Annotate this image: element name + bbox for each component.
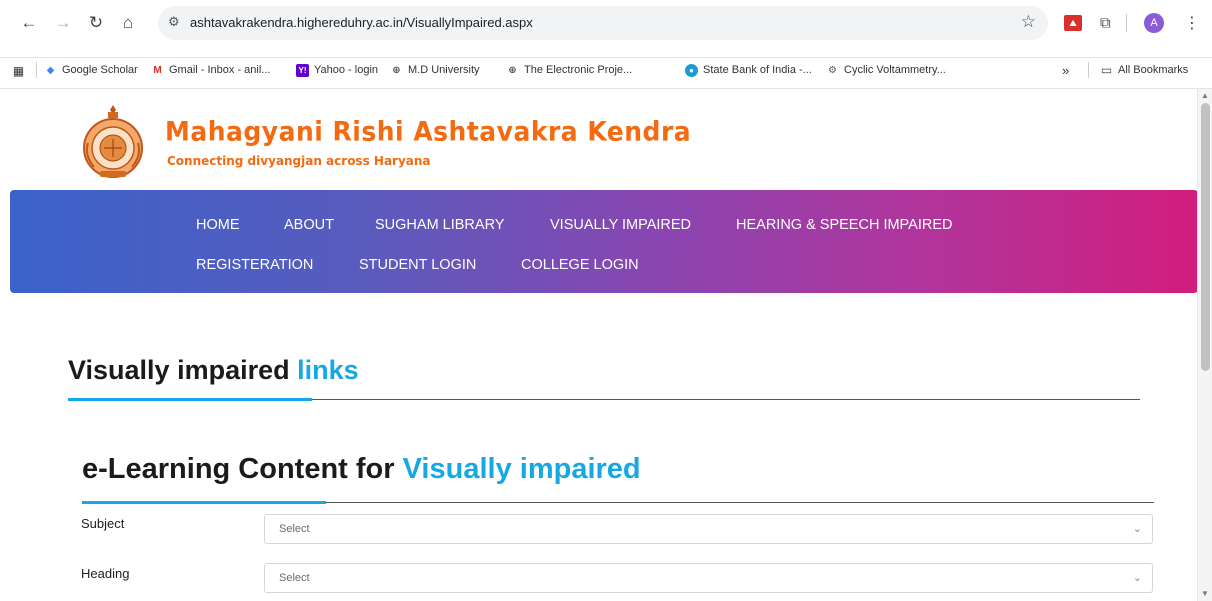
bookmark-item[interactable]: ◆ Google Scholar [44,61,138,79]
bookmark-divider [1088,62,1089,78]
page-scrollbar[interactable]: ▲ ▼ [1197,89,1212,601]
globe-icon: ⊕ [392,64,401,76]
heading-select[interactable]: Select ⌄ [264,563,1153,593]
extension-pdf-icon[interactable]: ⛰ [1064,15,1082,31]
heading-select-value: Select [279,572,310,584]
scroll-down-icon[interactable]: ▼ [1201,589,1209,598]
scholar-icon: ◆ [46,64,55,76]
page-viewport: Mahagyani Rishi Ashtavakra Kendra Connec… [0,89,1212,601]
subject-select[interactable]: Select ⌄ [264,514,1153,544]
nav-visually-impaired[interactable]: VISUALLY IMPAIRED [550,217,691,233]
toolbar-divider [1126,14,1127,32]
nav-student-login[interactable]: STUDENT LOGIN [359,257,476,273]
nav-about[interactable]: ABOUT [284,217,334,233]
apps-grid-icon[interactable]: ▦ [12,62,25,80]
globe-icon: ⊕ [508,64,517,76]
site-title: Mahagyani Rishi Ashtavakra Kendra [165,115,692,148]
nav-registeration[interactable]: REGISTERATION [196,257,313,273]
bookmark-item[interactable]: M Gmail - Inbox - anil... [151,61,270,79]
visually-impaired-links-heading: Visually impaired links [68,355,359,385]
nav-home[interactable]: HOME [196,217,240,233]
extensions-puzzle-icon[interactable]: ⧉ [1100,15,1111,32]
chevron-down-icon: ⌄ [1132,572,1142,584]
menu-kebab-icon[interactable]: ⋮ [1184,13,1200,33]
nav-college-login[interactable]: COLLEGE LOGIN [521,257,639,273]
back-icon[interactable]: ← [18,12,40,34]
bookmark-divider [36,62,37,78]
folder-icon: ▭ [1100,63,1113,77]
scroll-up-icon[interactable]: ▲ [1201,91,1209,100]
profile-avatar[interactable]: A [1144,13,1164,33]
subject-select-value: Select [279,523,310,535]
bookmark-item[interactable]: ⊕ M.D University [390,61,479,79]
all-bookmarks-button[interactable]: ▭ All Bookmarks [1100,61,1188,79]
elearning-heading: e-Learning Content for Visually impaired [82,453,641,485]
bookmark-item[interactable]: ● State Bank of India -... [685,61,812,79]
reload-icon[interactable]: ↻ [85,12,107,34]
bookmark-star-icon[interactable]: ☆ [1021,12,1036,32]
gear-icon: ⚙ [828,64,837,76]
bookmark-item[interactable]: Y! Yahoo - login [296,61,378,79]
bookmark-item[interactable]: ⚙ Cyclic Voltammetry... [826,61,946,79]
bookmarks-overflow-button[interactable]: » [1062,61,1069,79]
chevron-down-icon: ⌄ [1132,523,1142,535]
site-tagline: Connecting divyangjan across Haryana [167,154,431,168]
address-bar[interactable]: ⚙ ashtavakrakendra.highereduhry.ac.in/Vi… [158,6,1048,40]
heading-label: Heading [81,566,130,581]
sbi-icon: ● [685,63,698,77]
forward-icon[interactable]: → [52,12,74,34]
gmail-icon: M [153,64,162,76]
url-text: ashtavakrakendra.highereduhry.ac.in/Visu… [190,15,533,30]
haryana-emblem-logo [83,105,143,178]
main-navbar: HOME ABOUT SUGHAM LIBRARY VISUALLY IMPAI… [10,190,1198,293]
nav-sugham-library[interactable]: SUGHAM LIBRARY [375,217,504,233]
home-icon[interactable]: ⌂ [117,12,139,34]
heading-underline-accent [82,501,326,504]
heading-underline-accent [68,398,312,401]
bookmark-item[interactable]: ⊕ The Electronic Proje... [506,61,632,79]
yahoo-icon: Y! [296,63,309,77]
scrollbar-thumb[interactable] [1201,103,1210,371]
subject-label: Subject [81,516,125,531]
nav-hearing-speech-impaired[interactable]: HEARING & SPEECH IMPAIRED [736,217,952,233]
site-info-icon[interactable]: ⚙ [168,14,180,30]
browser-toolbar: ← → ↻ ⌂ ⚙ ashtavakrakendra.highereduhry.… [0,0,1212,58]
